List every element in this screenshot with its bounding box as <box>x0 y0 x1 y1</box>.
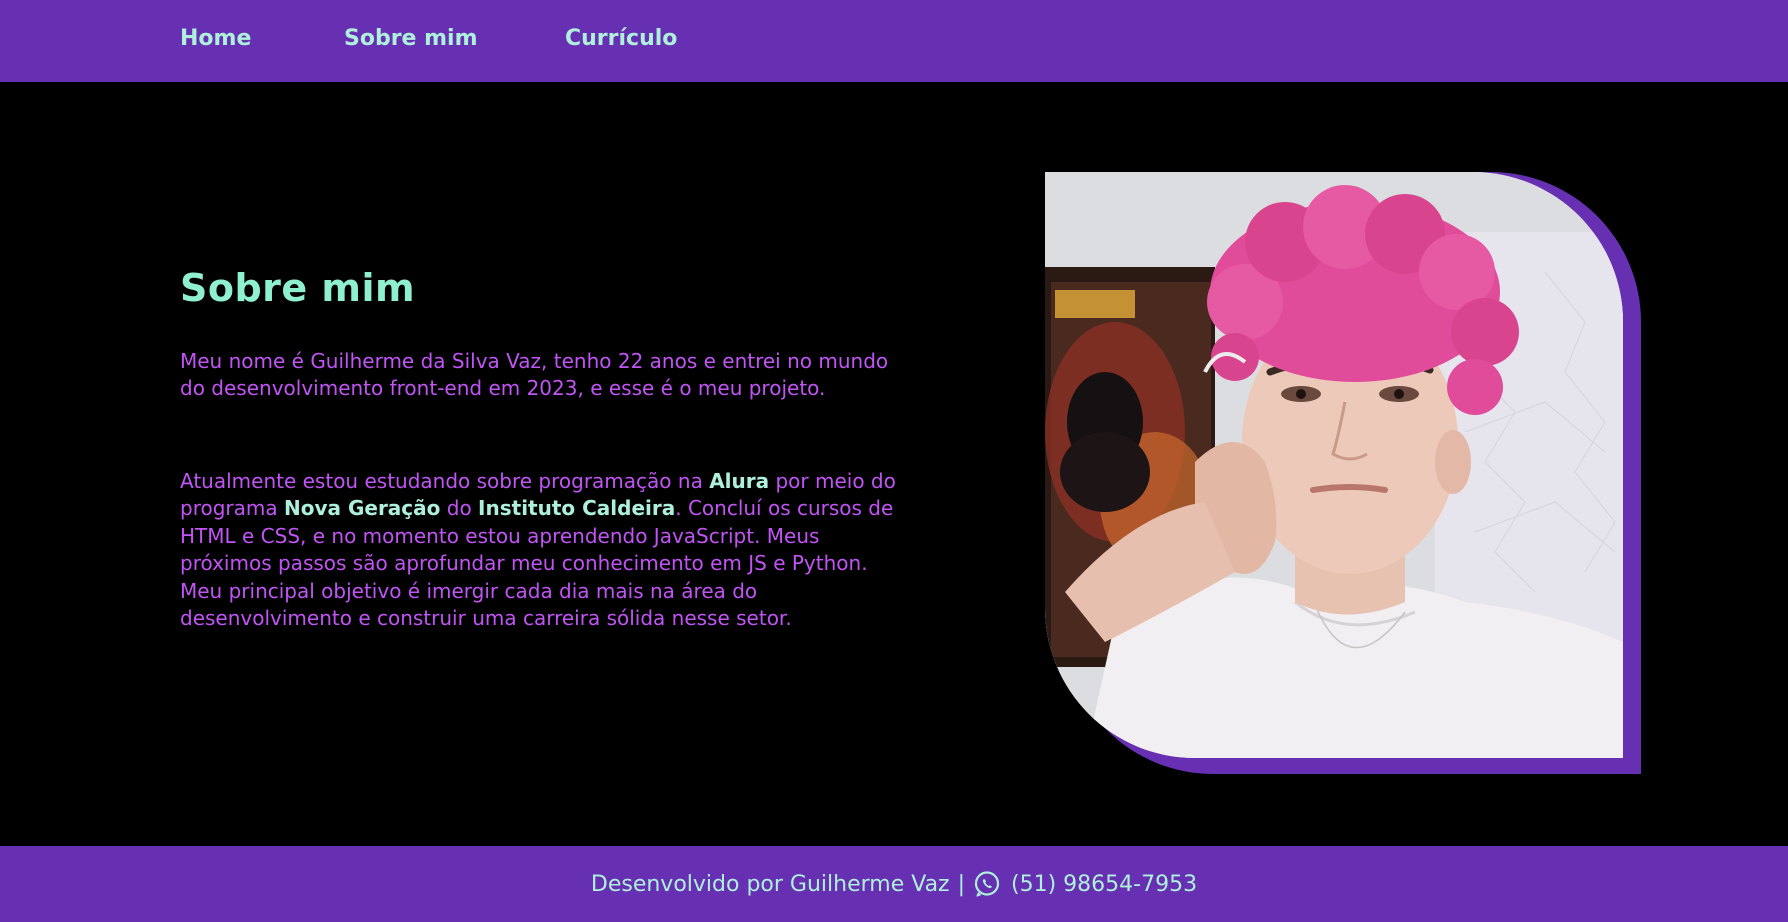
phone-link[interactable]: (51) 98654-7953 <box>1011 872 1197 897</box>
whatsapp-icon[interactable] <box>973 870 1001 898</box>
page-title: Sobre mim <box>180 266 416 310</box>
main-section: Sobre mim Meu nome é Guilherme da Silva … <box>0 82 1788 846</box>
top-navigation: Home Sobre mim Currículo <box>0 0 1788 82</box>
footer: Desenvolvido por Guilherme Vaz | (51) 98… <box>0 846 1788 922</box>
footer-credit: Desenvolvido por Guilherme Vaz <box>590 871 950 897</box>
nav-link-home[interactable]: Home <box>180 26 251 51</box>
highlight-instituto-caldeira: Instituto Caldeira <box>478 496 676 521</box>
nav-link-sobre-mim[interactable]: Sobre mim <box>344 26 478 51</box>
profile-photo <box>1045 172 1623 758</box>
study-text-1: Atualmente estou estudando sobre program… <box>180 469 710 493</box>
nav-link-curriculo[interactable]: Currículo <box>565 26 677 51</box>
intro-paragraph: Meu nome é Guilherme da Silva Vaz, tenho… <box>180 349 889 401</box>
highlight-nova-geracao: Nova Geração <box>283 496 441 521</box>
highlight-alura: Alura <box>709 469 770 493</box>
footer-separator: | <box>957 871 966 897</box>
portrait-illustration <box>1045 172 1623 758</box>
study-text-3: do <box>440 496 479 521</box>
footer-content: Desenvolvido por Guilherme Vaz | (51) 98… <box>0 846 1788 922</box>
study-paragraph: Atualmente estou estudando sobre program… <box>180 468 915 632</box>
